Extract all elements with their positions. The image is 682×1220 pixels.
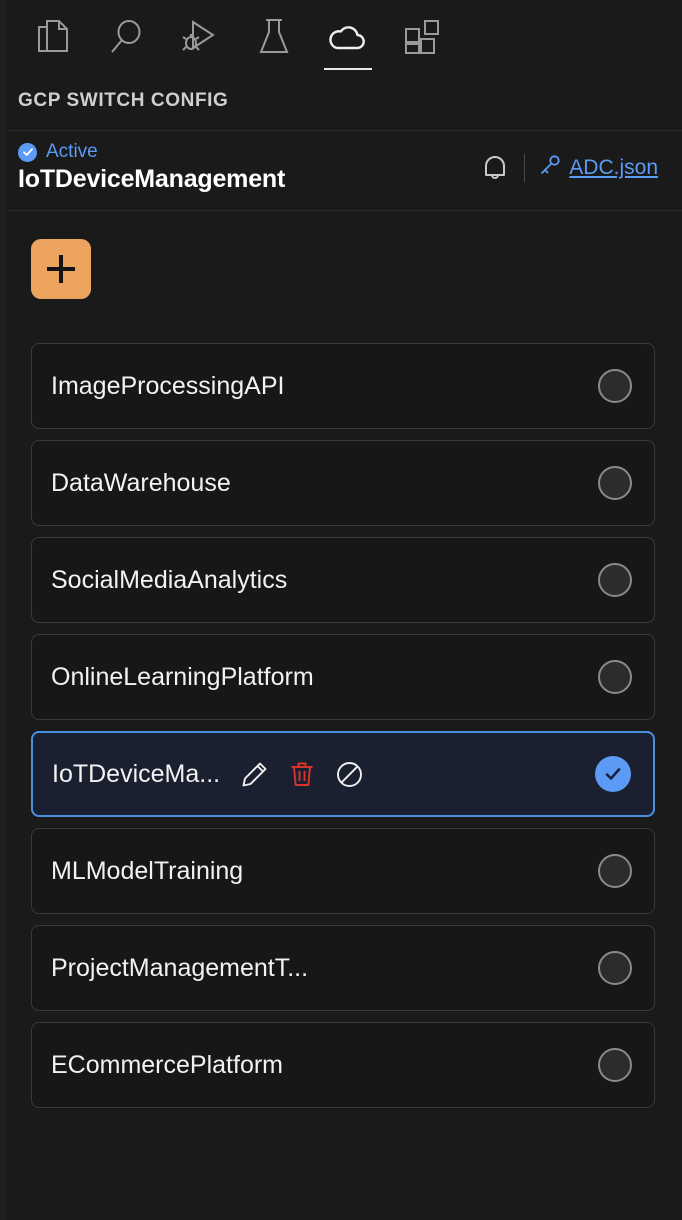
check-circle-icon	[18, 142, 37, 162]
config-radio[interactable]	[598, 563, 632, 597]
status-badge: Active	[18, 141, 285, 163]
activity-bar	[0, 0, 682, 84]
table-row[interactable]: IoTDeviceMa...	[31, 731, 655, 817]
table-row[interactable]: OnlineLearningPlatform	[31, 634, 655, 720]
config-name-label: DataWarehouse	[51, 468, 231, 497]
config-name-label: SocialMediaAnalytics	[51, 565, 288, 594]
active-tab-indicator	[324, 68, 372, 70]
active-project-name: IoTDeviceManagement	[18, 165, 286, 193]
config-name-label: ECommercePlatform	[51, 1050, 283, 1079]
config-radio[interactable]	[598, 1048, 632, 1082]
table-row[interactable]: ImageProcessingAPI	[31, 343, 655, 429]
adc-credentials-link[interactable]: ADC.json	[539, 154, 658, 181]
config-name-label: OnlineLearningPlatform	[51, 662, 314, 691]
search-icon	[109, 14, 143, 60]
config-radio[interactable]	[598, 854, 632, 888]
tab-testing[interactable]	[248, 14, 300, 76]
add-config-button[interactable]	[31, 239, 91, 299]
tab-extensions[interactable]	[396, 14, 448, 76]
extensions-icon	[404, 14, 440, 60]
table-row[interactable]: ECommercePlatform	[31, 1022, 655, 1108]
status-badge-label: Active	[46, 141, 98, 162]
config-radio[interactable]	[598, 466, 632, 500]
config-radio[interactable]	[598, 951, 632, 985]
pencil-icon[interactable]	[242, 761, 268, 787]
beaker-icon	[258, 14, 290, 60]
config-name-label: ProjectManagementT...	[51, 953, 309, 982]
active-project-header: Active IoTDeviceManagement ADC.json	[0, 130, 682, 211]
config-name-label: ImageProcessingAPI	[51, 371, 285, 400]
debug-play-icon	[182, 14, 218, 60]
panel-left-edge	[0, 0, 6, 1220]
header-actions: ADC.json	[480, 151, 662, 185]
table-row[interactable]: ProjectManagementT...	[31, 925, 655, 1011]
trash-icon[interactable]	[290, 761, 314, 787]
table-row[interactable]: SocialMediaAnalytics	[31, 537, 655, 623]
tab-run-and-debug[interactable]	[174, 14, 226, 76]
config-radio[interactable]	[598, 660, 632, 694]
tab-explorer[interactable]	[26, 14, 78, 76]
config-selected-radio[interactable]	[595, 756, 631, 792]
table-row[interactable]: MLModelTraining	[31, 828, 655, 914]
row-actions	[242, 761, 363, 788]
config-list-area: ImageProcessingAPI DataWarehouse SocialMed…	[0, 211, 682, 1220]
config-radio[interactable]	[598, 369, 632, 403]
circle-slash-icon[interactable]	[336, 761, 363, 788]
bell-icon[interactable]	[480, 151, 510, 185]
config-list: ImageProcessingAPI DataWarehouse SocialMed…	[31, 343, 655, 1108]
active-project-info: Active IoTDeviceManagement	[18, 141, 285, 194]
config-name-label: IoTDeviceMa...	[52, 759, 221, 788]
tab-cloud[interactable]	[322, 14, 374, 76]
key-icon	[539, 154, 561, 181]
adc-link-label: ADC.json	[569, 155, 658, 179]
plus-icon	[47, 255, 75, 283]
gcp-switch-config-panel: GCP SWITCH CONFIG Active IoTDeviceManage…	[0, 0, 682, 1220]
table-row[interactable]: DataWarehouse	[31, 440, 655, 526]
cloud-icon	[328, 14, 368, 60]
config-name-label: MLModelTraining	[51, 856, 244, 885]
section-title: GCP SWITCH CONFIG	[18, 90, 229, 111]
tab-search[interactable]	[100, 14, 152, 76]
files-icon	[35, 14, 69, 60]
header-separator	[524, 153, 526, 182]
